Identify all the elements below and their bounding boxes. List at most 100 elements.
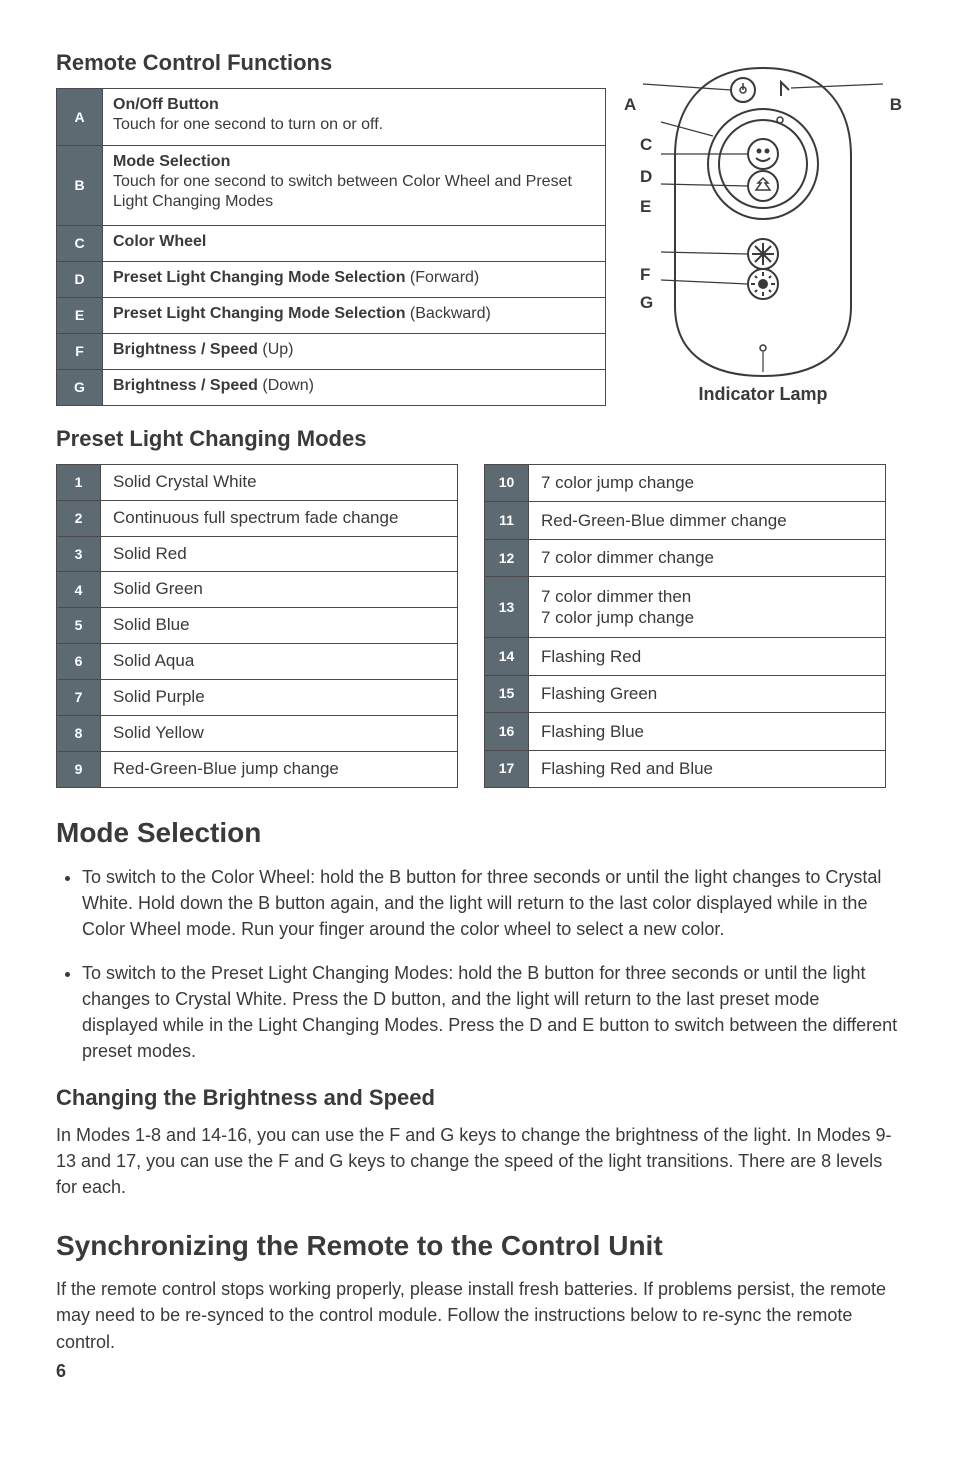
table-row: B Mode Selection Touch for one second to … [57, 146, 606, 226]
heading-synchronizing: Synchronizing the Remote to the Control … [56, 1227, 898, 1265]
heading-mode-selection: Mode Selection [56, 814, 898, 852]
function-key: C [57, 226, 103, 262]
mode-key: 12 [485, 539, 529, 577]
mode-key: 17 [485, 750, 529, 788]
heading-changing-brightness: Changing the Brightness and Speed [56, 1083, 898, 1113]
table-row: 107 color jump change [485, 464, 886, 502]
mode-key: 10 [485, 464, 529, 502]
function-title: Brightness / Speed [113, 377, 258, 394]
changing-brightness-text: In Modes 1-8 and 14-16, you can use the … [56, 1122, 898, 1200]
mode-key: 5 [57, 608, 101, 644]
table-row: 1Solid Crystal White [57, 464, 458, 500]
function-desc: Brightness / Speed (Up) [103, 333, 606, 369]
table-row: 6Solid Aqua [57, 644, 458, 680]
mode-key: 8 [57, 716, 101, 752]
function-key: A [57, 88, 103, 146]
table-row: A On/Off Button Touch for one second to t… [57, 88, 606, 146]
mode-key: 6 [57, 644, 101, 680]
table-row: 14Flashing Red [485, 638, 886, 676]
function-key: F [57, 333, 103, 369]
table-row: 5Solid Blue [57, 608, 458, 644]
table-row: 8Solid Yellow [57, 716, 458, 752]
mode-key: 1 [57, 464, 101, 500]
table-row: F Brightness / Speed (Up) [57, 333, 606, 369]
function-title: Brightness / Speed [113, 341, 258, 358]
mode-key: 4 [57, 572, 101, 608]
table-row: 2Continuous full spectrum fade change [57, 500, 458, 536]
mode-text: Flashing Green [529, 675, 886, 713]
function-title: Preset Light Changing Mode Selection [113, 269, 405, 286]
modes-table-left: 1Solid Crystal White 2Continuous full sp… [56, 464, 458, 788]
table-row: 11Red-Green-Blue dimmer change [485, 502, 886, 540]
top-row: A On/Off Button Touch for one second to t… [56, 88, 898, 406]
synchronizing-text: If the remote control stops working prop… [56, 1276, 898, 1354]
mode-text: Solid Yellow [101, 716, 458, 752]
function-text: (Backward) [405, 305, 490, 322]
function-key: D [57, 262, 103, 298]
function-key: G [57, 369, 103, 405]
mode-key: 13 [485, 577, 529, 638]
table-row: 16Flashing Blue [485, 713, 886, 751]
function-desc: Preset Light Changing Mode Selection (Fo… [103, 262, 606, 298]
table-row: 7Solid Purple [57, 680, 458, 716]
mode-text: Red-Green-Blue jump change [101, 752, 458, 788]
table-row: 9Red-Green-Blue jump change [57, 752, 458, 788]
function-desc: Mode Selection Touch for one second to sw… [103, 146, 606, 226]
function-desc: Brightness / Speed (Down) [103, 369, 606, 405]
mode-text: 7 color jump change [529, 464, 886, 502]
mode-key: 16 [485, 713, 529, 751]
function-key: E [57, 298, 103, 334]
table-row: D Preset Light Changing Mode Selection (… [57, 262, 606, 298]
function-text: Touch for one second to turn on or off. [113, 116, 383, 133]
functions-table: A On/Off Button Touch for one second to t… [56, 88, 606, 406]
list-item: To switch to the Color Wheel: hold the B… [82, 864, 898, 942]
mode-text: Flashing Red [529, 638, 886, 676]
modes-row: 1Solid Crystal White 2Continuous full sp… [56, 464, 898, 788]
function-title: On/Off Button [113, 96, 219, 113]
mode-text: Flashing Blue [529, 713, 886, 751]
mode-text: Solid Blue [101, 608, 458, 644]
function-text: (Down) [258, 377, 314, 394]
mode-text: Flashing Red and Blue [529, 750, 886, 788]
table-row: 3Solid Red [57, 536, 458, 572]
mode-text: Solid Green [101, 572, 458, 608]
mode-key: 3 [57, 536, 101, 572]
mode-key: 11 [485, 502, 529, 540]
mode-selection-list: To switch to the Color Wheel: hold the B… [56, 864, 898, 1065]
mode-text: 7 color dimmer then 7 color jump change [529, 577, 886, 638]
table-row: G Brightness / Speed (Down) [57, 369, 606, 405]
mode-key: 14 [485, 638, 529, 676]
list-item: To switch to the Preset Light Changing M… [82, 960, 898, 1064]
function-text: (Up) [258, 341, 294, 358]
mode-text: Solid Aqua [101, 644, 458, 680]
mode-text: Continuous full spectrum fade change [101, 500, 458, 536]
table-row: 17Flashing Red and Blue [485, 750, 886, 788]
function-desc: Preset Light Changing Mode Selection (Ba… [103, 298, 606, 334]
mode-text: Solid Red [101, 536, 458, 572]
remote-diagram: A B C D E F G [628, 88, 898, 406]
mode-text: Solid Purple [101, 680, 458, 716]
page-number: 6 [56, 1359, 898, 1383]
function-title: Mode Selection [113, 153, 230, 170]
function-desc: On/Off Button Touch for one second to tur… [103, 88, 606, 146]
function-title: Color Wheel [113, 233, 206, 250]
table-row: 15Flashing Green [485, 675, 886, 713]
heading-preset-modes: Preset Light Changing Modes [56, 424, 898, 454]
table-row: 137 color dimmer then 7 color jump chang… [485, 577, 886, 638]
table-row: E Preset Light Changing Mode Selection (… [57, 298, 606, 334]
table-row: 4Solid Green [57, 572, 458, 608]
function-title: Preset Light Changing Mode Selection [113, 305, 405, 322]
function-desc: Color Wheel [103, 226, 606, 262]
mode-key: 15 [485, 675, 529, 713]
table-row: 127 color dimmer change [485, 539, 886, 577]
modes-table-right: 107 color jump change 11Red-Green-Blue d… [484, 464, 886, 788]
mode-key: 2 [57, 500, 101, 536]
function-text: Touch for one second to switch between C… [113, 173, 572, 210]
remote-svg [633, 66, 893, 386]
mode-text: 7 color dimmer change [529, 539, 886, 577]
mode-key: 9 [57, 752, 101, 788]
mode-text: Solid Crystal White [101, 464, 458, 500]
mode-text: Red-Green-Blue dimmer change [529, 502, 886, 540]
function-key: B [57, 146, 103, 226]
mode-key: 7 [57, 680, 101, 716]
